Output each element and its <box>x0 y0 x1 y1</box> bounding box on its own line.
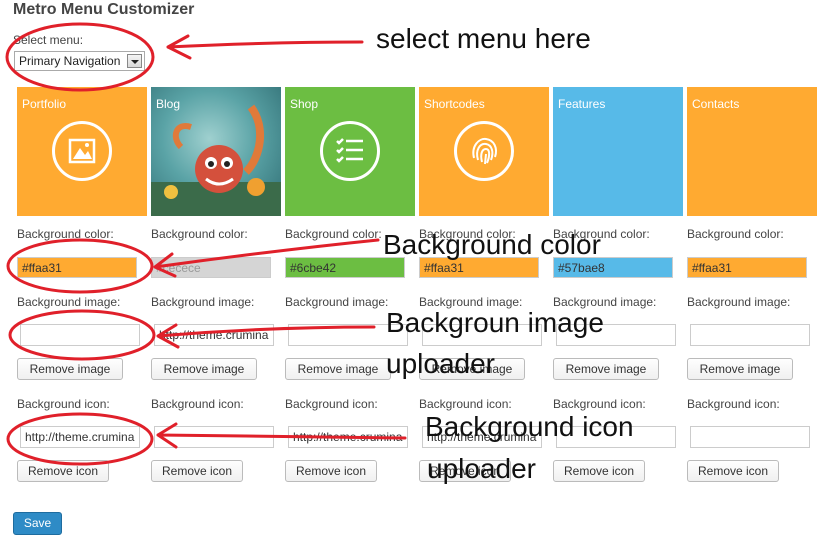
remove-image-button[interactable]: Remove image <box>285 358 391 380</box>
chevron-down-icon[interactable] <box>127 54 142 68</box>
menu-tile-shortcodes: Shortcodes <box>419 87 549 216</box>
bg-color-input[interactable]: #ffaa31 <box>687 257 807 278</box>
annotation-bg-icon-line2: uploader <box>427 453 536 484</box>
bg-icon-label: Background icon: <box>553 397 646 411</box>
menu-select[interactable]: Primary Navigation <box>14 51 145 71</box>
bg-icon-label: Background icon: <box>17 397 110 411</box>
bg-color-label: Background color: <box>151 227 248 241</box>
bg-image-label: Background image: <box>687 295 791 309</box>
bg-icon-label: Background icon: <box>687 397 780 411</box>
annotation-bg-image-line2: uploader <box>386 348 495 379</box>
page-title: Metro Menu Customizer <box>13 1 195 18</box>
tile-label: Shortcodes <box>424 97 485 111</box>
image-icon <box>52 121 112 181</box>
menu-tile-shop: Shop <box>285 87 415 216</box>
bg-icon-input[interactable]: http://theme.crumina <box>20 426 140 448</box>
tile-label: Blog <box>156 97 181 111</box>
bg-icon-input[interactable] <box>154 426 274 448</box>
bg-image-input[interactable]: http://theme.crumina <box>154 324 274 346</box>
remove-icon-button[interactable]: Remove icon <box>151 460 243 482</box>
annotation-bg-image-line1: Backgroun image <box>386 307 604 338</box>
bg-icon-label: Background icon: <box>151 397 244 411</box>
remove-image-button[interactable]: Remove image <box>151 358 257 380</box>
bg-color-input[interactable]: #cecece <box>151 257 271 278</box>
list-icon <box>320 121 380 181</box>
annotation-bg-color: Background color <box>383 229 601 260</box>
menu-tile-contacts: Contacts <box>687 87 817 216</box>
tile-label: Shop <box>290 97 319 111</box>
remove-image-button[interactable]: Remove image <box>553 358 659 380</box>
select-menu-label: Select menu: <box>13 33 84 47</box>
bg-image-label: Background image: <box>285 295 389 309</box>
bg-image-label: Background image: <box>151 295 255 309</box>
bg-color-input[interactable]: #57bae8 <box>553 257 673 278</box>
bg-icon-input[interactable]: http://theme.crumina <box>288 426 408 448</box>
save-button[interactable]: Save <box>13 512 62 535</box>
remove-icon-button[interactable]: Remove icon <box>285 460 377 482</box>
bg-image-input[interactable] <box>20 324 140 346</box>
bg-color-input[interactable]: #6cbe42 <box>285 257 405 278</box>
bg-color-label: Background color: <box>285 227 382 241</box>
menu-tile-blog: Blog <box>151 87 281 216</box>
remove-icon-button[interactable]: Remove icon <box>687 460 779 482</box>
bg-icon-label: Background icon: <box>285 397 378 411</box>
annotation-arrow-select <box>166 34 364 60</box>
annotation-select-menu: select menu here <box>376 23 591 54</box>
remove-icon-button[interactable]: Remove icon <box>17 460 109 482</box>
bg-icon-label: Background icon: <box>419 397 512 411</box>
tile-label: Contacts <box>692 97 740 111</box>
bg-image-input[interactable] <box>690 324 810 346</box>
menu-select-value: Primary Navigation <box>19 54 121 68</box>
menu-tile-portfolio: Portfolio <box>17 87 147 216</box>
menu-tile-features: Features <box>553 87 683 216</box>
fingerprint-icon <box>454 121 514 181</box>
annotation-bg-icon-line1: Background icon <box>425 411 634 442</box>
bg-color-label: Background color: <box>687 227 784 241</box>
remove-image-button[interactable]: Remove image <box>687 358 793 380</box>
tile-label: Features <box>558 97 606 111</box>
bg-image-label: Background image: <box>17 295 121 309</box>
bg-color-input[interactable]: #ffaa31 <box>419 257 539 278</box>
remove-icon-button[interactable]: Remove icon <box>553 460 645 482</box>
bg-color-input[interactable]: #ffaa31 <box>17 257 137 278</box>
remove-image-button[interactable]: Remove image <box>17 358 123 380</box>
bg-icon-input[interactable] <box>690 426 810 448</box>
tile-label: Portfolio <box>22 97 67 111</box>
bg-color-label: Background color: <box>17 227 114 241</box>
